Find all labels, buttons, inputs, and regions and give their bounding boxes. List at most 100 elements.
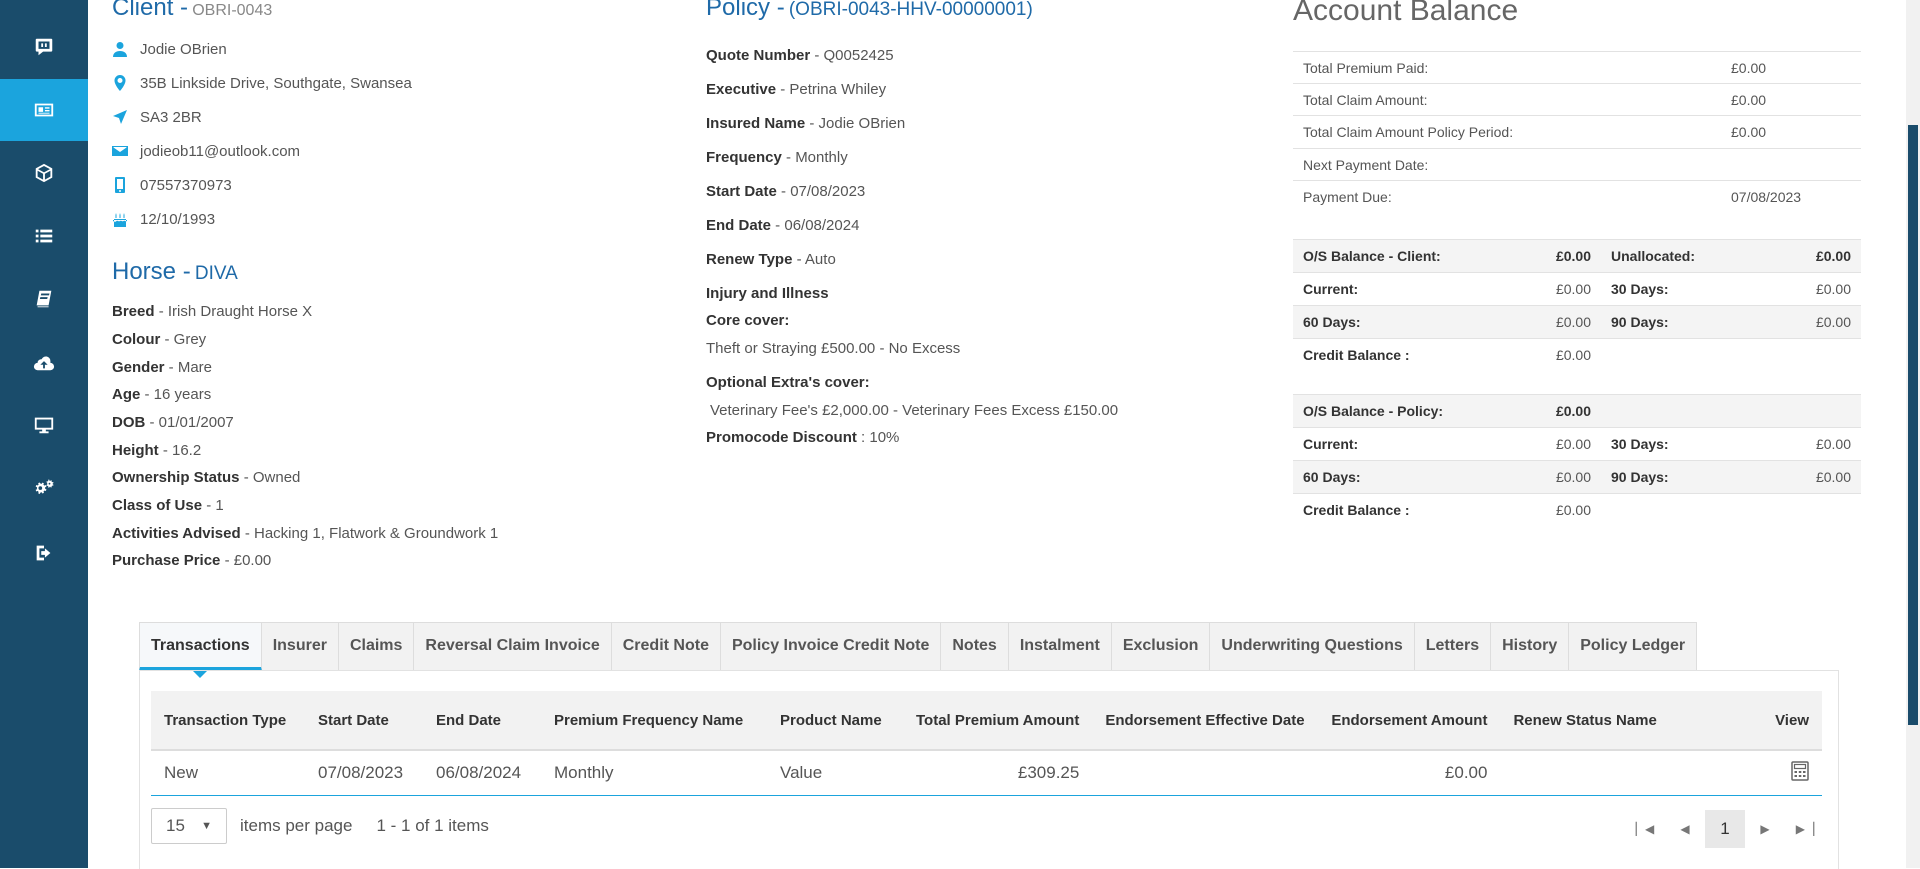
policy-promocode: Promocode Discount : 10% <box>706 429 900 446</box>
horse-heading-label: Horse - <box>112 258 191 285</box>
sidebar-item-settings[interactable] <box>0 458 88 520</box>
tab-bar: Transactions Insurer Claims Reversal Cla… <box>139 622 1698 678</box>
client-60-90-row: 60 Days: £0.00 90 Days: £0.00 <box>1293 305 1861 339</box>
horse-colour: Colour - Grey <box>112 331 207 348</box>
client-address: 35B Linkside Drive, Southgate, Swansea <box>140 74 412 92</box>
policy-optional-cover-value: Veterinary Fee's £2,000.00 - Veterinary … <box>710 402 1119 419</box>
col-endorsement-amount[interactable]: Endorsement Amount <box>1318 691 1501 751</box>
sidebar-item-logout[interactable] <box>0 522 88 584</box>
horse-class-of-use: Class of Use - 1 <box>112 497 224 514</box>
client-phone-row: 07557370973 <box>112 176 232 194</box>
col-renew-status[interactable]: Renew Status Name <box>1500 691 1756 751</box>
tab-notes[interactable]: Notes <box>941 622 1009 671</box>
col-end-date[interactable]: End Date <box>423 691 541 751</box>
view-cell <box>1756 750 1822 796</box>
id-card-icon <box>34 103 54 117</box>
sidebar-item-products[interactable] <box>0 142 88 204</box>
transactions-grid: Transaction Type Start Date End Date Pre… <box>151 691 1822 796</box>
col-premium-frequency[interactable]: Premium Frequency Name <box>541 691 767 751</box>
tab-transactions[interactable]: Transactions <box>139 622 262 678</box>
tab-insurer[interactable]: Insurer <box>261 622 339 671</box>
horse-dob: DOB - 01/01/2007 <box>112 414 234 431</box>
client-heading-label: Client - <box>112 0 189 21</box>
sidebar-item-desktop[interactable] <box>0 394 88 456</box>
policy-start-date: Start Date - 07/08/2023 <box>706 183 866 200</box>
col-start-date[interactable]: Start Date <box>305 691 423 751</box>
cell-renew-status <box>1500 750 1756 796</box>
tab-history[interactable]: History <box>1491 622 1570 671</box>
cell-end-date: 06/08/2024 <box>423 750 541 796</box>
scrollbar[interactable] <box>1906 0 1920 868</box>
tab-claims[interactable]: Claims <box>338 622 415 671</box>
tab-letters[interactable]: Letters <box>1414 622 1492 671</box>
calculator-icon[interactable] <box>1791 760 1809 781</box>
pager: 15 ▼ items per page 1 - 1 of 1 items <box>151 808 489 844</box>
caret-down-icon: ▼ <box>201 820 212 832</box>
next-payment-date-row: Next Payment Date: <box>1293 148 1861 181</box>
gears-icon <box>35 479 54 494</box>
sidebar-item-upload[interactable] <box>0 331 88 393</box>
horse-ownership-status: Ownership Status - Owned <box>112 469 301 486</box>
col-endorsement-effective-date[interactable]: Endorsement Effective Date <box>1092 691 1319 751</box>
tab-reversal-claim-invoice[interactable]: Reversal Claim Invoice <box>414 622 612 671</box>
client-address-row: 35B Linkside Drive, Southgate, Swansea <box>112 74 412 92</box>
policy-quote-number: Quote Number - Q0052425 <box>706 47 894 64</box>
grid-header-row: Transaction Type Start Date End Date Pre… <box>151 691 1822 751</box>
account-summary-table: Total Premium Paid: £0.00 Total Claim Amo… <box>1293 51 1861 213</box>
prev-page-icon[interactable]: ◀ <box>1665 810 1705 848</box>
last-page-icon[interactable]: ▶▕ <box>1785 810 1825 848</box>
user-icon <box>113 42 127 57</box>
tab-credit-note[interactable]: Credit Note <box>611 622 721 671</box>
policy-os-balance-row: O/S Balance - Policy: £0.00 <box>1293 394 1861 428</box>
map-marker-icon <box>114 75 126 91</box>
client-email[interactable]: jodieob11@outlook.com <box>140 143 300 160</box>
total-claim-period-row: Total Claim Amount Policy Period: £0.00 <box>1293 115 1861 149</box>
policy-id[interactable]: (OBRI-0043-HHV-00000001) <box>789 0 1033 20</box>
sidebar-item-book[interactable] <box>0 268 88 330</box>
client-current-row: Current: £0.00 30 Days: £0.00 <box>1293 272 1861 306</box>
sidebar-item-list[interactable] <box>0 205 88 267</box>
policy-core-cover-label: Core cover: <box>706 312 790 329</box>
cell-total-premium: £309.25 <box>903 750 1093 796</box>
policy-end-date: End Date - 06/08/2024 <box>706 217 860 234</box>
horse-height: Height - 16.2 <box>112 442 202 459</box>
page-size-select[interactable]: 15 ▼ <box>151 808 227 844</box>
tab-policy-invoice-credit-note[interactable]: Policy Invoice Credit Note <box>720 622 942 671</box>
client-dob: 12/10/1993 <box>140 210 216 228</box>
horse-purchase-price: Purchase Price - £0.00 <box>112 552 272 569</box>
client-email-row: jodieob11@outlook.com <box>112 142 300 160</box>
policy-insured-name: Insured Name - Jodie OBrien <box>706 115 906 132</box>
col-transaction-type[interactable]: Transaction Type <box>151 691 305 751</box>
cell-premium-frequency: Monthly <box>541 750 767 796</box>
tab-exclusion[interactable]: Exclusion <box>1111 622 1211 671</box>
cell-endorsement-amount: £0.00 <box>1318 750 1501 796</box>
birthday-cake-icon <box>113 213 127 227</box>
col-total-premium[interactable]: Total Premium Amount <box>903 691 1093 751</box>
tab-policy-ledger[interactable]: Policy Ledger <box>1569 622 1698 671</box>
client-credit-balance-row: Credit Balance : £0.00 <box>1293 338 1861 371</box>
mobile-phone-icon <box>115 177 125 193</box>
col-product-name[interactable]: Product Name <box>767 691 903 751</box>
page-size-value: 15 <box>166 816 185 835</box>
tab-underwriting-questions[interactable]: Underwriting Questions <box>1210 622 1415 671</box>
sidebar-item-chat[interactable] <box>0 16 88 78</box>
client-balance-table: O/S Balance - Client: £0.00 Unallocated:… <box>1293 239 1861 371</box>
chat-icon <box>35 38 53 56</box>
policy-executive: Executive - Petrina Whiley <box>706 81 887 98</box>
horse-breed: Breed - Irish Draught Horse X <box>112 303 313 320</box>
sidebar-item-client-card[interactable] <box>0 79 88 141</box>
cell-endorsement-effective-date <box>1092 750 1319 796</box>
page-number-current[interactable]: 1 <box>1705 810 1745 848</box>
first-page-icon[interactable]: ▏◀ <box>1625 810 1665 848</box>
scrollbar-thumb[interactable] <box>1908 125 1918 725</box>
policy-heading: Policy - (OBRI-0043-HHV-00000001) <box>706 0 1033 22</box>
tab-instalment[interactable]: Instalment <box>1008 622 1112 671</box>
book-icon <box>36 290 52 308</box>
policy-credit-balance-row: Credit Balance : £0.00 <box>1293 493 1861 526</box>
table-row[interactable]: New 07/08/2023 06/08/2024 Monthly Value … <box>151 750 1822 796</box>
sidebar <box>0 0 88 868</box>
cell-transaction-type: New <box>151 750 305 796</box>
next-page-icon[interactable]: ▶ <box>1745 810 1785 848</box>
desktop-icon <box>34 417 54 434</box>
policy-renew-type: Renew Type - Auto <box>706 251 836 268</box>
